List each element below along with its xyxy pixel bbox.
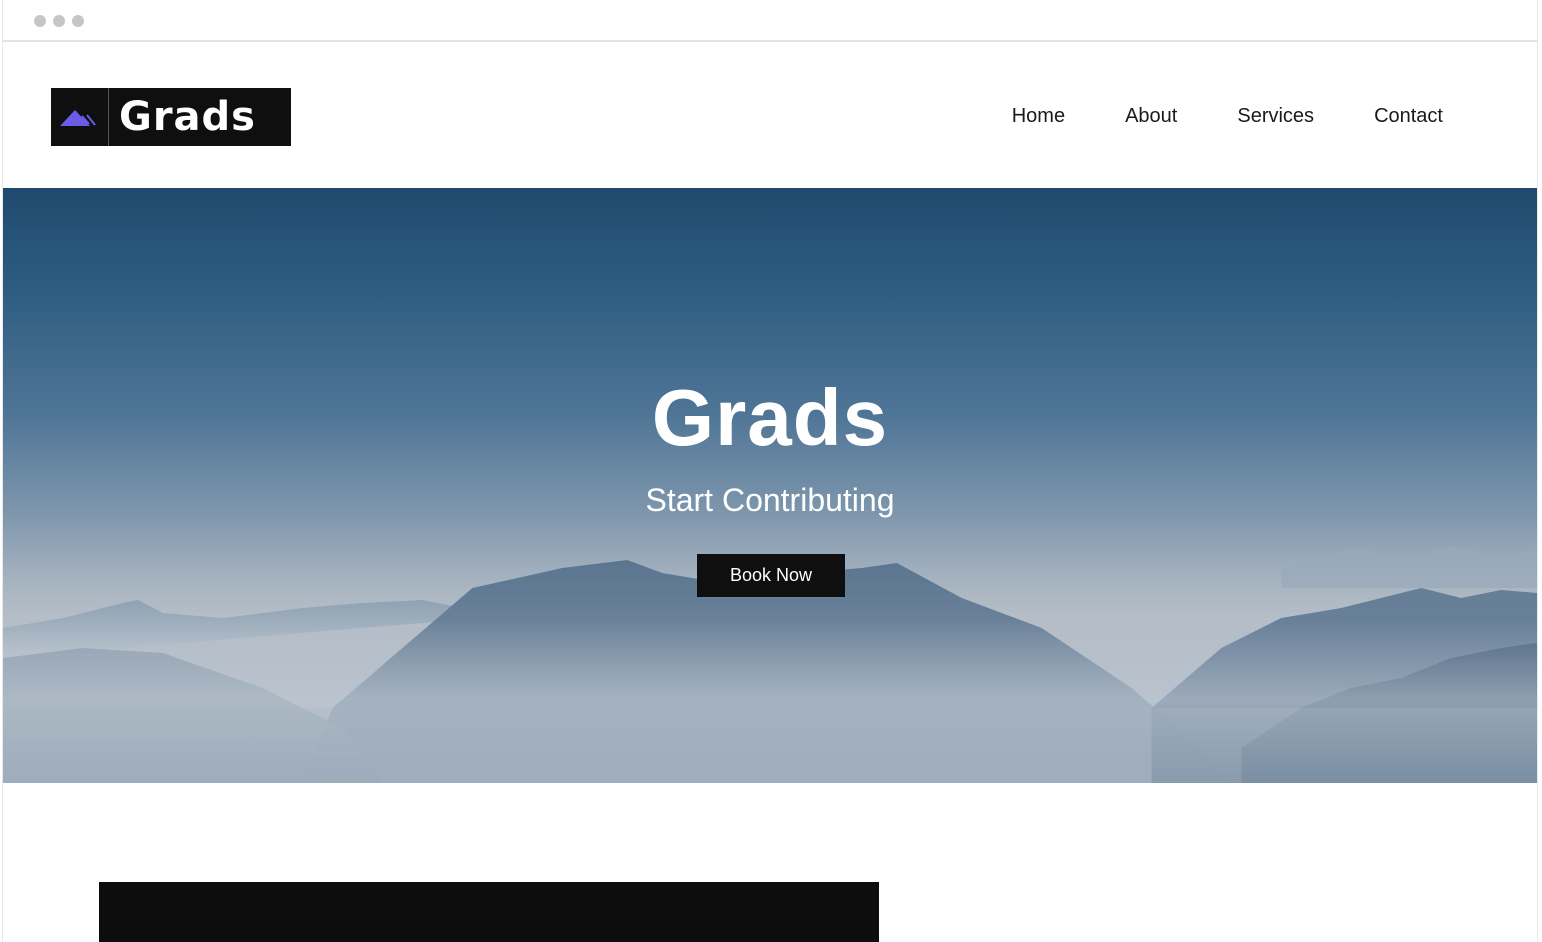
content-image-block <box>99 882 879 942</box>
nav-item-contact[interactable]: Contact <box>1374 102 1443 130</box>
main-nav: Home About Services Contact <box>952 102 1443 130</box>
mountain-logo-icon <box>51 88 109 146</box>
hero-subtitle: Start Contributing <box>645 482 895 518</box>
nav-item-home[interactable]: Home <box>1012 102 1065 130</box>
nav-item-about[interactable]: About <box>1125 102 1177 130</box>
site-header: Grads Home About Services Contact <box>3 44 1537 188</box>
window-control-dot[interactable] <box>72 15 84 27</box>
hero-title: Grads <box>651 373 889 462</box>
window-control-dot[interactable] <box>53 15 65 27</box>
browser-window: Grads Home About Services Contact Grads … <box>2 0 1538 942</box>
nav-item-services[interactable]: Services <box>1237 102 1314 130</box>
site-logo[interactable]: Grads <box>51 88 291 146</box>
logo-wordmark: Grads <box>119 94 256 140</box>
hero-section: Grads Start Contributing Book Now <box>3 188 1537 783</box>
window-titlebar <box>3 0 1537 42</box>
book-now-button[interactable]: Book Now <box>697 554 845 597</box>
window-control-dot[interactable] <box>34 15 46 27</box>
